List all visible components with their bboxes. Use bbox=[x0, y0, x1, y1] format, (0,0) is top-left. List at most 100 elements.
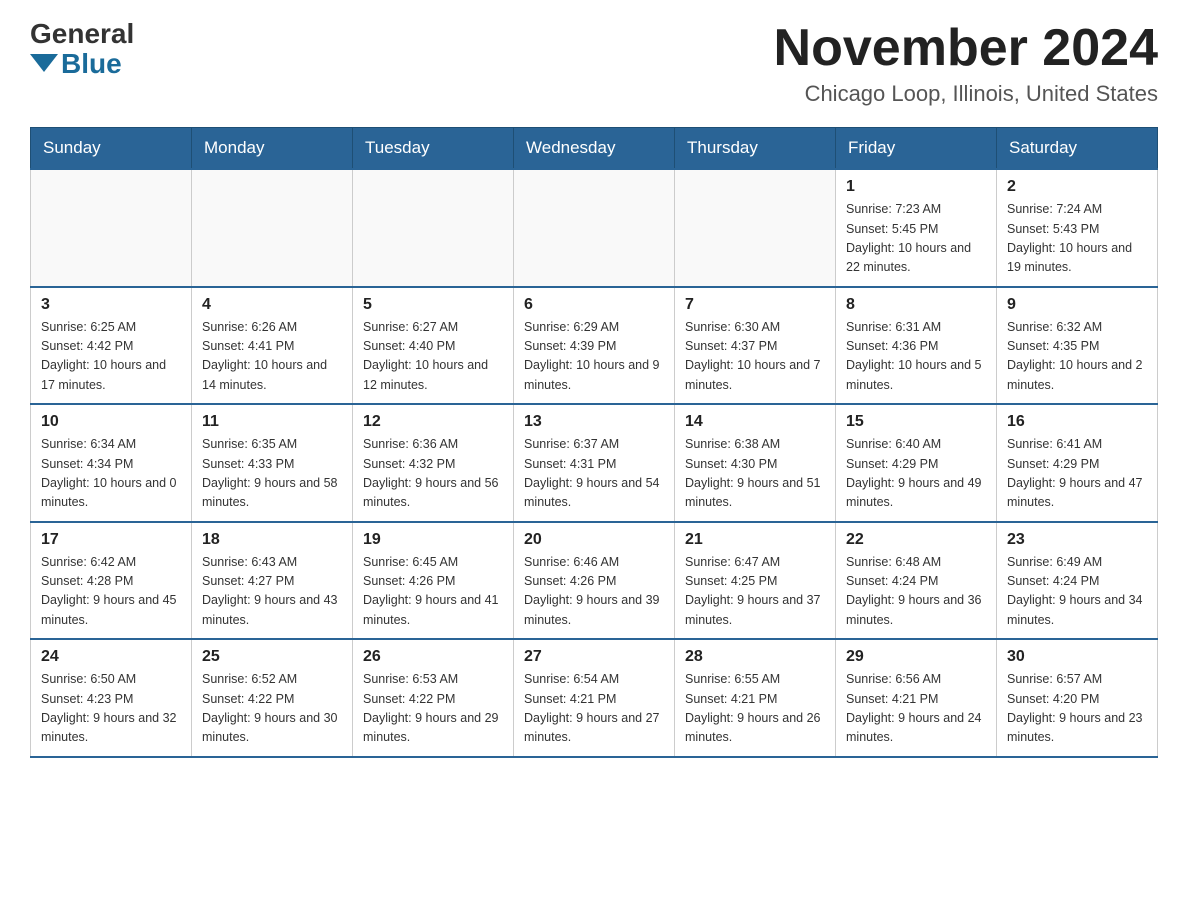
day-info: Sunrise: 6:49 AM Sunset: 4:24 PM Dayligh… bbox=[1007, 553, 1147, 631]
calendar-day-cell: 6 Sunrise: 6:29 AM Sunset: 4:39 PM Daylig… bbox=[514, 287, 675, 405]
calendar-day-cell: 16Sunrise: 6:41 AM Sunset: 4:29 PM Dayli… bbox=[997, 404, 1158, 522]
day-info: Sunrise: 6:54 AM Sunset: 4:21 PM Dayligh… bbox=[524, 670, 664, 748]
day-info: Sunrise: 6:55 AM Sunset: 4:21 PM Dayligh… bbox=[685, 670, 825, 748]
day-info: Sunrise: 6:27 AM Sunset: 4:40 PM Dayligh… bbox=[363, 318, 503, 396]
calendar-week-row: 24 Sunrise: 6:50 AM Sunset: 4:23 PM Dayli… bbox=[31, 639, 1158, 757]
calendar-day-header: Thursday bbox=[675, 128, 836, 170]
calendar-day-cell: 27Sunrise: 6:54 AM Sunset: 4:21 PM Dayli… bbox=[514, 639, 675, 757]
day-number: 13 bbox=[524, 413, 664, 431]
calendar-week-row: 17 Sunrise: 6:42 AM Sunset: 4:28 PM Dayli… bbox=[31, 522, 1158, 640]
day-info: Sunrise: 6:48 AM Sunset: 4:24 PM Dayligh… bbox=[846, 553, 986, 631]
logo: General Blue bbox=[30, 20, 134, 80]
calendar-day-header: Monday bbox=[192, 128, 353, 170]
day-info: Sunrise: 6:34 AM Sunset: 4:34 PM Dayligh… bbox=[41, 435, 181, 513]
day-number: 17 bbox=[41, 531, 181, 549]
day-info: Sunrise: 6:30 AM Sunset: 4:37 PM Dayligh… bbox=[685, 318, 825, 396]
logo-triangle-icon bbox=[30, 54, 58, 72]
day-info: Sunrise: 7:24 AM Sunset: 5:43 PM Dayligh… bbox=[1007, 200, 1147, 278]
calendar-day-cell: 3 Sunrise: 6:25 AM Sunset: 4:42 PM Daylig… bbox=[31, 287, 192, 405]
day-number: 20 bbox=[524, 531, 664, 549]
day-info: Sunrise: 6:40 AM Sunset: 4:29 PM Dayligh… bbox=[846, 435, 986, 513]
calendar-day-cell: 28 Sunrise: 6:55 AM Sunset: 4:21 PM Dayli… bbox=[675, 639, 836, 757]
calendar-day-cell: 14Sunrise: 6:38 AM Sunset: 4:30 PM Dayli… bbox=[675, 404, 836, 522]
day-number: 15 bbox=[846, 413, 986, 431]
calendar-day-cell: 13 Sunrise: 6:37 AM Sunset: 4:31 PM Dayli… bbox=[514, 404, 675, 522]
calendar-day-cell: 12Sunrise: 6:36 AM Sunset: 4:32 PM Dayli… bbox=[353, 404, 514, 522]
day-number: 26 bbox=[363, 648, 503, 666]
logo-blue-text: Blue bbox=[30, 48, 122, 80]
day-info: Sunrise: 6:37 AM Sunset: 4:31 PM Dayligh… bbox=[524, 435, 664, 513]
calendar-day-cell: 19Sunrise: 6:45 AM Sunset: 4:26 PM Dayli… bbox=[353, 522, 514, 640]
day-info: Sunrise: 6:53 AM Sunset: 4:22 PM Dayligh… bbox=[363, 670, 503, 748]
day-number: 3 bbox=[41, 296, 181, 314]
calendar-day-cell bbox=[675, 169, 836, 287]
day-info: Sunrise: 6:38 AM Sunset: 4:30 PM Dayligh… bbox=[685, 435, 825, 513]
day-number: 23 bbox=[1007, 531, 1147, 549]
calendar-day-cell: 17 Sunrise: 6:42 AM Sunset: 4:28 PM Dayli… bbox=[31, 522, 192, 640]
calendar-table: SundayMondayTuesdayWednesdayThursdayFrid… bbox=[30, 127, 1158, 758]
calendar-day-cell bbox=[31, 169, 192, 287]
day-number: 30 bbox=[1007, 648, 1147, 666]
day-info: Sunrise: 6:29 AM Sunset: 4:39 PM Dayligh… bbox=[524, 318, 664, 396]
day-number: 18 bbox=[202, 531, 342, 549]
day-number: 8 bbox=[846, 296, 986, 314]
day-info: Sunrise: 6:46 AM Sunset: 4:26 PM Dayligh… bbox=[524, 553, 664, 631]
calendar-day-header: Wednesday bbox=[514, 128, 675, 170]
day-number: 4 bbox=[202, 296, 342, 314]
day-info: Sunrise: 6:32 AM Sunset: 4:35 PM Dayligh… bbox=[1007, 318, 1147, 396]
calendar-week-row: 1 Sunrise: 7:23 AM Sunset: 5:45 PM Daylig… bbox=[31, 169, 1158, 287]
calendar-day-cell: 20 Sunrise: 6:46 AM Sunset: 4:26 PM Dayli… bbox=[514, 522, 675, 640]
calendar-day-cell: 8 Sunrise: 6:31 AM Sunset: 4:36 PM Daylig… bbox=[836, 287, 997, 405]
calendar-day-cell: 18 Sunrise: 6:43 AM Sunset: 4:27 PM Dayli… bbox=[192, 522, 353, 640]
calendar-day-cell: 15 Sunrise: 6:40 AM Sunset: 4:29 PM Dayli… bbox=[836, 404, 997, 522]
calendar-day-cell: 9 Sunrise: 6:32 AM Sunset: 4:35 PM Daylig… bbox=[997, 287, 1158, 405]
calendar-day-cell bbox=[192, 169, 353, 287]
day-info: Sunrise: 6:56 AM Sunset: 4:21 PM Dayligh… bbox=[846, 670, 986, 748]
day-number: 25 bbox=[202, 648, 342, 666]
calendar-week-row: 10Sunrise: 6:34 AM Sunset: 4:34 PM Dayli… bbox=[31, 404, 1158, 522]
page-subtitle: Chicago Loop, Illinois, United States bbox=[774, 81, 1158, 107]
day-info: Sunrise: 6:57 AM Sunset: 4:20 PM Dayligh… bbox=[1007, 670, 1147, 748]
calendar-day-header: Friday bbox=[836, 128, 997, 170]
title-section: November 2024 Chicago Loop, Illinois, Un… bbox=[774, 20, 1158, 107]
calendar-day-cell: 23 Sunrise: 6:49 AM Sunset: 4:24 PM Dayli… bbox=[997, 522, 1158, 640]
day-info: Sunrise: 6:52 AM Sunset: 4:22 PM Dayligh… bbox=[202, 670, 342, 748]
day-number: 24 bbox=[41, 648, 181, 666]
calendar-day-cell: 21Sunrise: 6:47 AM Sunset: 4:25 PM Dayli… bbox=[675, 522, 836, 640]
calendar-day-cell: 26 Sunrise: 6:53 AM Sunset: 4:22 PM Dayli… bbox=[353, 639, 514, 757]
day-number: 9 bbox=[1007, 296, 1147, 314]
calendar-day-cell: 2 Sunrise: 7:24 AM Sunset: 5:43 PM Daylig… bbox=[997, 169, 1158, 287]
logo-general-text: General bbox=[30, 20, 134, 48]
day-number: 5 bbox=[363, 296, 503, 314]
day-info: Sunrise: 7:23 AM Sunset: 5:45 PM Dayligh… bbox=[846, 200, 986, 278]
calendar-day-cell: 29Sunrise: 6:56 AM Sunset: 4:21 PM Dayli… bbox=[836, 639, 997, 757]
day-number: 28 bbox=[685, 648, 825, 666]
calendar-day-cell: 25 Sunrise: 6:52 AM Sunset: 4:22 PM Dayli… bbox=[192, 639, 353, 757]
day-info: Sunrise: 6:25 AM Sunset: 4:42 PM Dayligh… bbox=[41, 318, 181, 396]
page-header: General Blue November 2024 Chicago Loop,… bbox=[30, 20, 1158, 107]
calendar-day-cell bbox=[353, 169, 514, 287]
day-info: Sunrise: 6:50 AM Sunset: 4:23 PM Dayligh… bbox=[41, 670, 181, 748]
calendar-header-row: SundayMondayTuesdayWednesdayThursdayFrid… bbox=[31, 128, 1158, 170]
day-number: 22 bbox=[846, 531, 986, 549]
day-number: 1 bbox=[846, 178, 986, 196]
day-info: Sunrise: 6:43 AM Sunset: 4:27 PM Dayligh… bbox=[202, 553, 342, 631]
calendar-week-row: 3 Sunrise: 6:25 AM Sunset: 4:42 PM Daylig… bbox=[31, 287, 1158, 405]
day-number: 16 bbox=[1007, 413, 1147, 431]
day-info: Sunrise: 6:31 AM Sunset: 4:36 PM Dayligh… bbox=[846, 318, 986, 396]
day-number: 12 bbox=[363, 413, 503, 431]
calendar-day-cell: 24 Sunrise: 6:50 AM Sunset: 4:23 PM Dayli… bbox=[31, 639, 192, 757]
calendar-day-cell: 30 Sunrise: 6:57 AM Sunset: 4:20 PM Dayli… bbox=[997, 639, 1158, 757]
calendar-day-cell: 7Sunrise: 6:30 AM Sunset: 4:37 PM Daylig… bbox=[675, 287, 836, 405]
day-number: 21 bbox=[685, 531, 825, 549]
day-number: 11 bbox=[202, 413, 342, 431]
calendar-day-cell bbox=[514, 169, 675, 287]
calendar-day-cell: 1 Sunrise: 7:23 AM Sunset: 5:45 PM Daylig… bbox=[836, 169, 997, 287]
calendar-day-cell: 4Sunrise: 6:26 AM Sunset: 4:41 PM Daylig… bbox=[192, 287, 353, 405]
day-number: 2 bbox=[1007, 178, 1147, 196]
day-info: Sunrise: 6:45 AM Sunset: 4:26 PM Dayligh… bbox=[363, 553, 503, 631]
calendar-day-cell: 22 Sunrise: 6:48 AM Sunset: 4:24 PM Dayli… bbox=[836, 522, 997, 640]
calendar-day-cell: 5 Sunrise: 6:27 AM Sunset: 4:40 PM Daylig… bbox=[353, 287, 514, 405]
day-info: Sunrise: 6:42 AM Sunset: 4:28 PM Dayligh… bbox=[41, 553, 181, 631]
day-number: 6 bbox=[524, 296, 664, 314]
